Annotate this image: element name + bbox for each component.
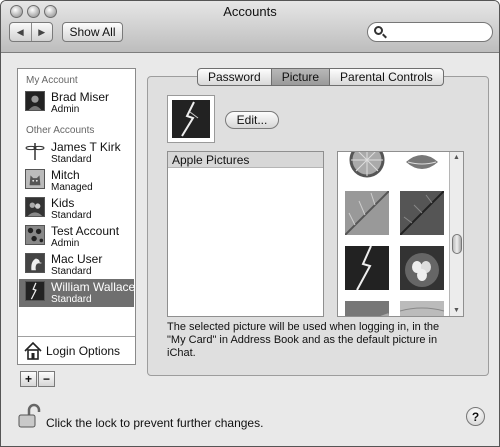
account-item-test-account[interactable]: Test Account Admin [19, 223, 134, 251]
avatar-icon [25, 91, 45, 111]
account-type: Managed [51, 182, 93, 193]
my-account-header: My Account [26, 75, 78, 86]
window-title: Accounts [223, 4, 277, 19]
current-picture[interactable] [167, 95, 215, 143]
leaf-icon[interactable] [345, 191, 389, 235]
account-item-brad-miser[interactable]: Brad Miser Admin [19, 89, 134, 117]
tab-bar: Password Picture Parental Controls [197, 68, 444, 86]
scroll-thumb[interactable] [452, 234, 462, 254]
bird-nest-icon[interactable] [400, 246, 444, 290]
account-type: Admin [51, 238, 80, 249]
back-forward-control: ◀ ▶ [9, 22, 53, 42]
account-name: Brad Miser [51, 90, 110, 104]
account-type: Standard [51, 210, 92, 221]
account-type: Admin [51, 104, 80, 115]
help-button[interactable]: ? [466, 407, 485, 426]
picture-grid: ▲ ▼ [337, 151, 464, 317]
account-name: Test Account [51, 224, 120, 238]
account-item-mitch[interactable]: Mitch Managed [19, 167, 134, 195]
sand-icon[interactable] [400, 301, 444, 317]
lock-message: Click the lock to prevent further change… [46, 416, 264, 430]
house-icon [24, 342, 42, 360]
account-name: James T Kirk [51, 140, 121, 154]
lightning-icon [25, 281, 45, 301]
accounts-sidebar: My Account Brad Miser Admin Other Accoun… [17, 68, 136, 365]
search-input[interactable] [388, 25, 488, 39]
eagle-icon [25, 253, 45, 273]
lightning-icon [172, 100, 210, 138]
account-name: William Wallace [51, 280, 136, 294]
account-type: Standard [51, 294, 92, 305]
add-account-button[interactable]: + [20, 371, 37, 387]
search-field[interactable] [367, 22, 493, 42]
cat-icon [25, 169, 45, 189]
login-options-label: Login Options [46, 344, 121, 358]
orange-slice-icon[interactable] [345, 151, 389, 182]
account-name: Kids [51, 196, 75, 210]
picture-caption: The selected picture will be used when l… [167, 321, 440, 359]
pattern-icon [25, 225, 45, 245]
leaf-dark-icon[interactable] [400, 191, 444, 235]
scroll-up-icon[interactable]: ▲ [453, 154, 460, 161]
account-type: Standard [51, 154, 92, 165]
avatar-icon [25, 197, 45, 217]
edit-picture-button[interactable]: Edit... [225, 111, 279, 129]
lock-icon[interactable] [17, 403, 41, 429]
photo-thumbnail-icon[interactable] [345, 301, 389, 317]
scroll-down-icon[interactable]: ▼ [453, 307, 460, 314]
lightning-icon[interactable] [345, 246, 389, 290]
forward-arrow-icon[interactable]: ▶ [30, 23, 53, 41]
account-type: Standard [51, 266, 92, 277]
sidebar-divider [18, 336, 135, 337]
dragonfly-icon [25, 143, 45, 160]
show-all-button[interactable]: Show All [62, 22, 123, 42]
tab-picture[interactable]: Picture [270, 69, 330, 85]
account-name: Mitch [51, 168, 80, 182]
account-item-william-wallace[interactable]: William Wallace Standard [19, 279, 136, 307]
account-item-kids[interactable]: Kids Standard [19, 195, 134, 223]
picture-source-list: Apple Pictures [167, 151, 324, 317]
account-item-mac-user[interactable]: Mac User Standard [19, 251, 134, 279]
title-bar: Accounts ◀ ▶ Show All [1, 1, 499, 53]
back-arrow-icon[interactable]: ◀ [10, 23, 31, 41]
other-accounts-header: Other Accounts [26, 125, 95, 136]
tab-password[interactable]: Password [198, 69, 271, 85]
remove-account-button[interactable]: − [38, 371, 55, 387]
accounts-window: Accounts ◀ ▶ Show All My Account Brad Mi… [0, 0, 500, 447]
tab-parental-controls[interactable]: Parental Controls [329, 69, 443, 85]
picture-grid-scrollbar[interactable]: ▲ ▼ [449, 152, 463, 316]
lips-icon[interactable] [400, 151, 444, 182]
account-item-james-t-kirk[interactable]: James T Kirk Standard [19, 139, 134, 167]
list-item-apple-pictures[interactable]: Apple Pictures [168, 152, 323, 168]
search-icon [374, 26, 383, 35]
account-name: Mac User [51, 252, 103, 266]
login-options-item[interactable]: Login Options [24, 342, 134, 362]
